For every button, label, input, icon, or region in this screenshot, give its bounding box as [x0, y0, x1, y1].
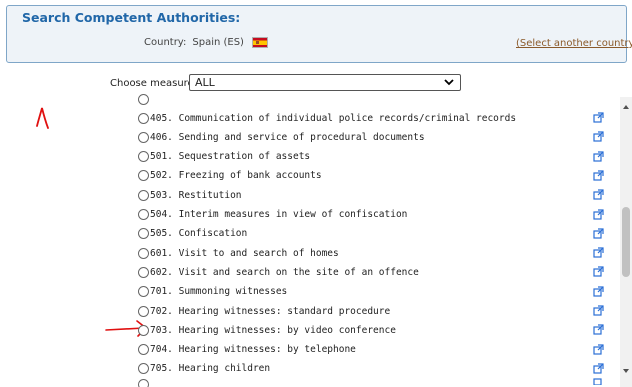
list-item[interactable]: 405. Communication of individual police …: [138, 109, 516, 127]
external-link-icon[interactable]: [593, 286, 604, 297]
radio-button[interactable]: [138, 209, 149, 220]
list-item[interactable]: 406. Sending and service of procedural d…: [138, 128, 425, 146]
list-item[interactable]: 704. Hearing witnesses: by telephone: [138, 341, 356, 359]
external-link-icon[interactable]: [593, 305, 604, 316]
external-link-icon[interactable]: [593, 170, 604, 181]
list-item-label: 503. Restitution: [150, 189, 242, 201]
measure-select[interactable]: ALL: [189, 74, 461, 91]
list-item[interactable]: 702. Hearing witnesses: standard procedu…: [138, 302, 390, 320]
list-item-label: 405. Communication of individual police …: [150, 112, 517, 124]
scrollbar[interactable]: [620, 97, 632, 387]
radio-button[interactable]: [138, 286, 149, 298]
list-item-label: 601. Visit to and search of homes: [150, 247, 339, 259]
measure-list: 405. Communication of individual police …: [0, 93, 632, 387]
panel-title: Search Competent Authorities:: [22, 10, 241, 25]
list-item-label: 602. Visit and search on the site of an …: [150, 266, 419, 278]
list-item-label: 704. Hearing witnesses: by telephone: [150, 344, 356, 356]
measure-selected-value: ALL: [195, 76, 215, 89]
country-value: Spain (ES): [192, 37, 244, 48]
list-item[interactable]: 601. Visit to and search of homes: [138, 244, 339, 262]
radio-button[interactable]: [138, 93, 149, 105]
list-item-label: 703. Hearing witnesses: by video confere…: [150, 324, 396, 336]
list-item[interactable]: 503. Restitution: [138, 186, 242, 204]
radio-button[interactable]: [138, 189, 149, 201]
list-item-partial-top: [138, 90, 150, 108]
list-item-label: 702. Hearing witnesses: standard procedu…: [150, 305, 391, 317]
scroll-down-arrow-icon[interactable]: [620, 365, 632, 377]
external-link-icon[interactable]: [593, 150, 604, 162]
select-another-country-link[interactable]: (Select another country): [516, 38, 632, 49]
list-item-label: 406. Sending and service of procedural d…: [150, 131, 425, 143]
radio-button[interactable]: [138, 170, 149, 182]
search-panel: Search Competent Authorities: Country: S…: [6, 5, 632, 63]
country-label: Country:: [144, 37, 187, 48]
list-item-label: 705. Hearing children: [150, 363, 271, 375]
country-line: Country: Spain (ES): [144, 37, 268, 48]
list-item[interactable]: 501. Sequestration of assets: [138, 148, 310, 166]
list-item[interactable]: 703. Hearing witnesses: by video confere…: [138, 321, 396, 339]
external-link-icon[interactable]: [593, 343, 604, 355]
list-item[interactable]: 502. Freezing of bank accounts: [138, 167, 322, 185]
list-item-label: 701. Summoning witnesses: [150, 286, 288, 298]
list-item-label: 504. Interim measures in view of confisc…: [150, 209, 408, 220]
external-link-icon[interactable]: [593, 377, 604, 385]
radio-button[interactable]: [138, 131, 149, 143]
list-item-label: 505. Confiscation: [150, 228, 248, 240]
external-link-icon[interactable]: [593, 324, 604, 335]
radio-button[interactable]: [138, 305, 149, 317]
radio-button[interactable]: [138, 324, 149, 336]
external-link-icon[interactable]: [593, 228, 604, 239]
external-link-icon[interactable]: [593, 112, 604, 123]
external-link-icon[interactable]: [593, 247, 604, 258]
external-link-icon[interactable]: [593, 131, 604, 142]
list-item[interactable]: 505. Confiscation: [138, 225, 247, 243]
radio-button[interactable]: [138, 228, 149, 240]
external-link-icon[interactable]: [593, 266, 604, 277]
list-item-label: 502. Freezing of bank accounts: [150, 170, 322, 182]
external-link-icon[interactable]: [593, 189, 604, 200]
scrollbar-thumb[interactable]: [622, 207, 630, 277]
radio-button[interactable]: [138, 266, 149, 278]
choose-measure-label: Choose measure:: [110, 78, 198, 89]
external-link-icon[interactable]: [593, 363, 604, 374]
radio-button[interactable]: [138, 344, 149, 356]
radio-button[interactable]: [138, 363, 149, 375]
external-link-icon[interactable]: [593, 208, 604, 220]
list-item[interactable]: 602. Visit and search on the site of an …: [138, 263, 419, 281]
radio-button[interactable]: [138, 379, 149, 387]
list-item-partial-bottom: [138, 379, 150, 387]
chevron-down-icon: [444, 79, 454, 86]
radio-button[interactable]: [138, 151, 149, 163]
list-item[interactable]: 705. Hearing children: [138, 360, 270, 378]
spain-flag-icon: [251, 37, 268, 48]
list-item[interactable]: 504. Interim measures in view of confisc…: [138, 206, 407, 224]
list-item[interactable]: 701. Summoning witnesses: [138, 283, 287, 301]
radio-button[interactable]: [138, 112, 149, 124]
list-item-label: 501. Sequestration of assets: [150, 151, 311, 163]
radio-button[interactable]: [138, 247, 149, 259]
scroll-up-arrow-icon[interactable]: [620, 101, 632, 113]
